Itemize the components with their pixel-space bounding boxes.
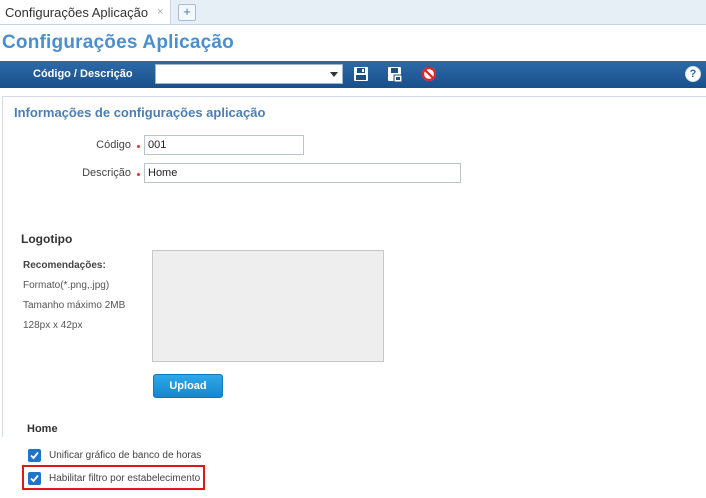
logo-preview: [152, 250, 384, 362]
tab-close-icon[interactable]: ×: [157, 6, 163, 18]
chevron-down-icon[interactable]: [330, 72, 338, 77]
codigo-input[interactable]: [144, 135, 304, 155]
dimensions-recommendation: 128px x 42px: [23, 320, 83, 331]
save-icon[interactable]: [353, 66, 369, 82]
toolbar: Código / Descrição ?: [0, 61, 706, 88]
checkbox-label: Unificar gráfico de banco de horas: [49, 450, 202, 461]
tab-bar: Configurações Aplicação × +: [0, 0, 706, 25]
code-description-select[interactable]: [155, 64, 343, 84]
required-indicator: [137, 145, 140, 148]
option-unificar-grafico[interactable]: Unificar gráfico de banco de horas: [28, 449, 201, 462]
highlight-box: [22, 465, 205, 490]
max-size-recommendation: Tamanho máximo 2MB: [23, 300, 126, 311]
format-recommendation: Formato(*.png,.jpg): [23, 280, 110, 291]
cancel-icon[interactable]: [421, 66, 437, 82]
upload-button[interactable]: Upload: [153, 374, 223, 398]
descricao-input[interactable]: [144, 163, 461, 183]
add-tab-button[interactable]: +: [178, 4, 196, 21]
descricao-label: Descrição: [82, 167, 131, 179]
tab-configuracoes-aplicacao[interactable]: Configurações Aplicação ×: [0, 0, 171, 24]
checkbox[interactable]: [28, 449, 41, 462]
save-copy-icon[interactable]: [387, 66, 403, 83]
codigo-label: Código: [96, 139, 131, 151]
code-description-label: Código / Descrição: [33, 68, 133, 80]
logo-section-title: Logotipo: [21, 232, 73, 246]
page-title: Configurações Aplicação: [2, 32, 234, 53]
section-title: Informações de configurações aplicação: [14, 105, 266, 120]
recommendations-title: Recomendações:: [23, 260, 106, 271]
help-icon[interactable]: ?: [685, 66, 701, 82]
required-indicator: [137, 173, 140, 176]
checkmark-icon: [30, 451, 39, 460]
home-section-title: Home: [27, 423, 58, 435]
tab-label: Configurações Aplicação: [5, 4, 149, 20]
